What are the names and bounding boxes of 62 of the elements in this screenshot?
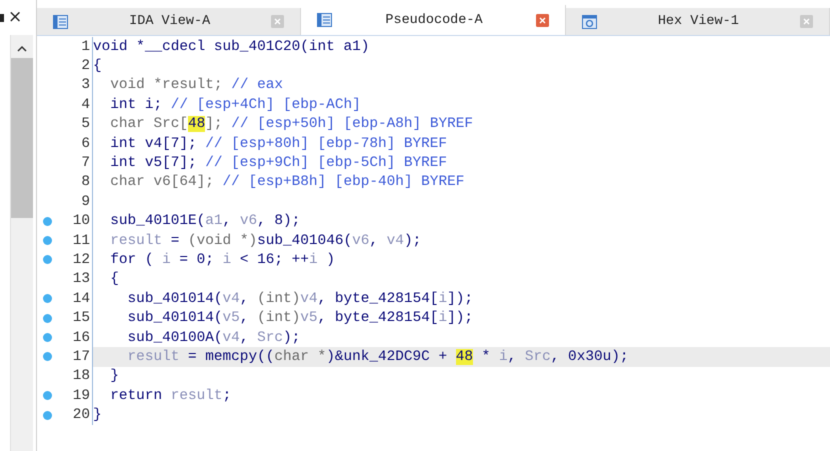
code-line: void *result; // eax bbox=[109, 77, 284, 94]
code-line: int v5[7]; // [esp+9Ch] [ebp-5Ch] BYREF bbox=[109, 155, 448, 172]
tab[interactable]: Hex View-1 bbox=[566, 8, 830, 35]
code-line: char v6[64]; // [esp+B8h] [ebp-40h] BYREF bbox=[109, 174, 464, 190]
line-number: 16 bbox=[72, 330, 90, 346]
code-line: sub_401014(v4, (int)v4, byte_428154[i]); bbox=[126, 290, 474, 307]
breakpoint-dot[interactable] bbox=[43, 255, 52, 264]
close-icon[interactable] bbox=[536, 14, 549, 26]
breakpoint-dot[interactable] bbox=[43, 391, 52, 400]
line-number: 8 bbox=[81, 174, 90, 190]
scroll-thumb[interactable] bbox=[11, 58, 33, 218]
close-icon[interactable] bbox=[800, 15, 813, 28]
window-icon bbox=[582, 14, 597, 28]
breakpoint-dot[interactable] bbox=[43, 352, 52, 362]
scrollbar[interactable] bbox=[10, 35, 33, 451]
panel-icon bbox=[0, 14, 4, 22]
line-number: 15 bbox=[72, 310, 90, 326]
close-button[interactable]: × bbox=[8, 9, 22, 26]
breakpoint-dot[interactable] bbox=[43, 236, 52, 246]
line-number: 12 bbox=[72, 252, 90, 268]
tab[interactable]: IDA View-A bbox=[37, 8, 302, 35]
document-icon bbox=[53, 14, 68, 28]
code-line: int v4[7]; // [esp+80h] [ebp-78h] BYREF bbox=[109, 136, 448, 152]
breakpoint-dot[interactable] bbox=[43, 294, 52, 304]
line-number: 11 bbox=[72, 232, 90, 249]
code-line: int i; // [esp+4Ch] [ebp-ACh] bbox=[109, 96, 361, 113]
code-line: sub_401014(v5, (int)v5, byte_428154[i]); bbox=[126, 310, 474, 326]
line-number: 7 bbox=[81, 155, 90, 172]
code-line: result = memcpy((char *)&unk_42DC9C + 48 * i, Src, 0x30u); bbox=[126, 348, 629, 365]
line-number: 5 bbox=[81, 116, 90, 132]
code-line: return result; bbox=[109, 388, 232, 404]
code-line: { bbox=[109, 271, 119, 288]
line-number: 18 bbox=[72, 368, 90, 384]
line-number: 6 bbox=[81, 136, 90, 152]
line-number: 10 bbox=[72, 213, 90, 230]
line-number: 13 bbox=[72, 271, 90, 288]
line-number: 9 bbox=[81, 194, 90, 210]
tab[interactable]: Pseudocode-A bbox=[301, 5, 566, 35]
code-line: result = (void *)sub_401046(v6, v4); bbox=[109, 232, 422, 249]
line-number: 17 bbox=[72, 348, 90, 365]
line-number: 1 bbox=[81, 38, 90, 55]
code-line: for ( i = 0; i < 16; ++i ) bbox=[109, 252, 335, 268]
code-line: sub_40101E(a1, v6, 8); bbox=[109, 213, 300, 230]
line-number: 14 bbox=[72, 290, 90, 307]
breakpoint-dot[interactable] bbox=[43, 410, 52, 420]
code-line: sub_40100A(v4, Src); bbox=[126, 330, 300, 346]
code-line: } bbox=[109, 368, 119, 384]
code-line: void *__cdecl sub_401C20(int a1) bbox=[93, 38, 370, 55]
line-number: 20 bbox=[72, 407, 90, 424]
line-number: 3 bbox=[81, 77, 90, 94]
breakpoint-dot[interactable] bbox=[43, 333, 52, 342]
breakpoint-dot[interactable] bbox=[43, 216, 52, 226]
close-icon[interactable] bbox=[271, 15, 284, 28]
line-number: 2 bbox=[81, 58, 90, 74]
line-number: 19 bbox=[72, 388, 90, 404]
code-line: char Src[48]; // [esp+50h] [ebp-A8h] BYREF bbox=[109, 116, 474, 132]
line-number: 4 bbox=[81, 96, 90, 113]
code-line: } bbox=[93, 407, 102, 424]
code-line: { bbox=[93, 58, 102, 74]
document-icon bbox=[317, 13, 332, 27]
breakpoint-dot[interactable] bbox=[43, 314, 52, 323]
scroll-up-icon[interactable] bbox=[17, 45, 27, 52]
